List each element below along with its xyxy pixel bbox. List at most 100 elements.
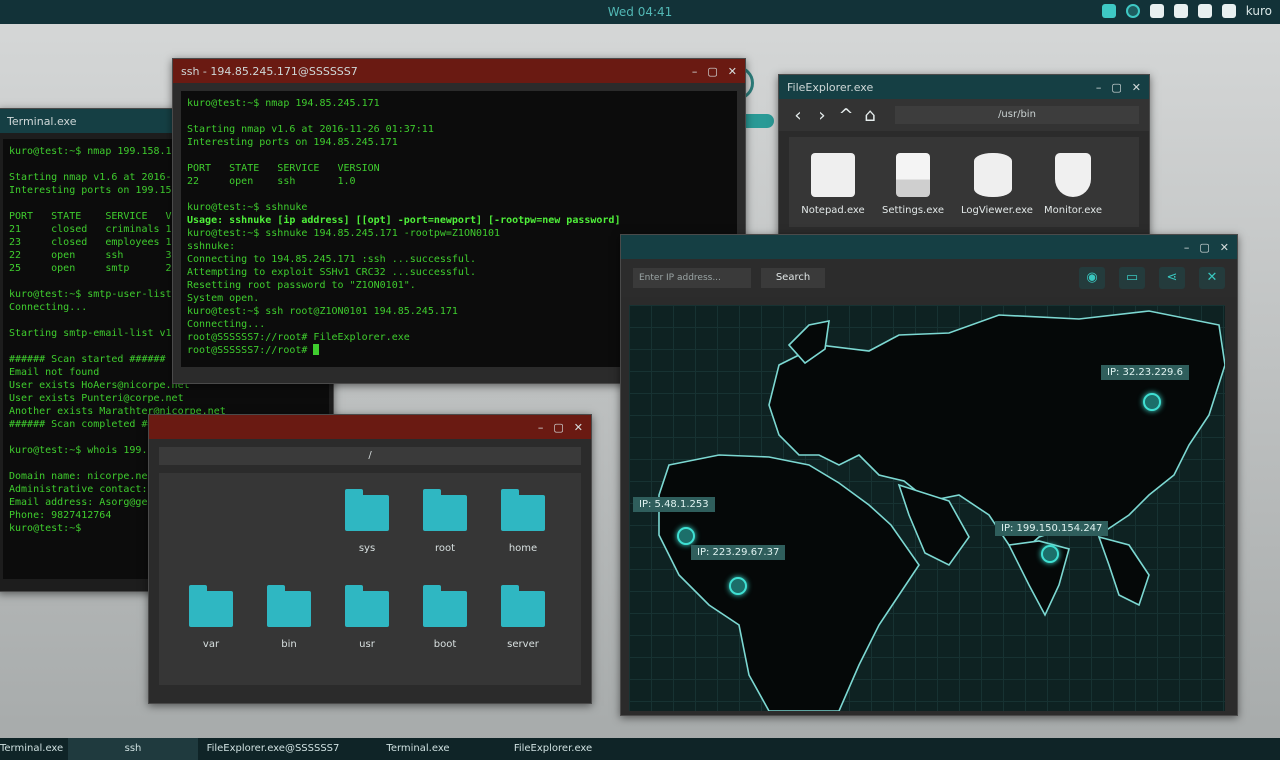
close-icon[interactable]: ✕ xyxy=(1132,81,1141,94)
folder-icon xyxy=(345,585,389,627)
folder-icon xyxy=(423,489,467,531)
navigation-bar: ‹ › ^ ⌂ /usr/bin xyxy=(779,99,1149,131)
folder-label: sys xyxy=(358,543,376,554)
back-icon[interactable]: ‹ xyxy=(789,105,807,126)
folder-item[interactable]: bin xyxy=(259,585,319,650)
folder-item[interactable]: server xyxy=(493,585,553,650)
maximize-icon[interactable]: ▢ xyxy=(553,421,563,434)
lock-icon[interactable] xyxy=(1149,4,1164,18)
close-icon[interactable]: ✕ xyxy=(574,421,583,434)
folder-icon xyxy=(189,585,233,627)
ip-marker-label: IP: 5.48.1.253 xyxy=(633,497,715,512)
location-pin-icon[interactable] xyxy=(1143,393,1161,411)
minimize-icon[interactable]: – xyxy=(538,421,544,434)
app-label: Settings.exe xyxy=(882,205,944,216)
minimize-icon[interactable]: – xyxy=(1096,81,1102,94)
app-label: LogViewer.exe xyxy=(961,205,1033,216)
folder-label: home xyxy=(508,543,538,554)
taskbar-item[interactable]: FileExplorer.exe xyxy=(488,738,618,760)
file-explorer-window[interactable]: FileExplorer.exe – ▢ ✕ ‹ › ^ ⌂ /usr/bin … xyxy=(778,74,1150,240)
path-field[interactable]: /usr/bin xyxy=(895,106,1139,124)
top-bar: Wed 04:41 kuro xyxy=(0,0,1280,24)
titlebar[interactable]: ssh - 194.85.245.171@SSSSSS7 – ▢ ✕ xyxy=(173,59,745,83)
taskbar-item[interactable]: ssh xyxy=(68,738,198,760)
ip-address-input[interactable]: Enter IP address... xyxy=(633,268,751,288)
folder-item[interactable]: var xyxy=(181,585,241,650)
titlebar[interactable]: – ▢ ✕ xyxy=(149,415,591,439)
eye-icon[interactable]: ◉ xyxy=(1079,267,1105,289)
user-icon[interactable] xyxy=(1221,4,1236,18)
folder-icon xyxy=(501,585,545,627)
app-shortcut[interactable]: LogViewer.exe xyxy=(961,153,1033,216)
close-icon[interactable]: ✕ xyxy=(728,65,737,78)
shuffle-icon[interactable]: ✕ xyxy=(1199,267,1225,289)
folder-item[interactable]: boot xyxy=(415,585,475,650)
taskbar-item[interactable]: FileExplorer.exe@SSSSSS7 xyxy=(198,738,348,760)
maximize-icon[interactable]: ▢ xyxy=(1111,81,1121,94)
taskbar-item[interactable]: Terminal.exe xyxy=(348,738,488,760)
minimize-icon[interactable]: – xyxy=(692,65,698,78)
maximize-icon[interactable]: ▢ xyxy=(1199,241,1209,254)
system-tray: kuro xyxy=(1101,4,1272,18)
network-status-icon[interactable] xyxy=(1125,4,1140,18)
cursor xyxy=(313,344,320,355)
location-pin-icon[interactable] xyxy=(677,527,695,545)
terminal-line: 22 open ssh 1.0 xyxy=(187,176,356,187)
home-icon[interactable]: ⌂ xyxy=(861,105,879,126)
folder-browser-window[interactable]: – ▢ ✕ / sys root home var bin usr boot server xyxy=(148,414,592,704)
world-map[interactable]: IP: 32.23.229.6 IP: 5.48.1.253 IP: 223.2… xyxy=(629,305,1225,711)
terminal-line: Starting nmap v1.6 at 2016-11-26 01:37:1… xyxy=(187,124,434,135)
folder-label: server xyxy=(507,639,539,650)
wifi-icon[interactable] xyxy=(1197,4,1212,18)
chat-icon[interactable] xyxy=(1173,4,1188,18)
terminal-line: User exists Punteri@corpe.net xyxy=(9,393,184,404)
taskbar-item[interactable]: Terminal.exe xyxy=(0,738,63,760)
username[interactable]: kuro xyxy=(1246,4,1272,18)
titlebar[interactable]: – ▢ ✕ xyxy=(621,235,1237,259)
folder-item[interactable]: home xyxy=(493,489,553,554)
ip-marker-label: IP: 223.29.67.37 xyxy=(691,545,786,560)
share-icon[interactable]: ⋖ xyxy=(1159,267,1185,289)
search-button[interactable]: Search xyxy=(761,268,825,288)
database-icon xyxy=(974,153,1012,197)
monitor-icon[interactable]: ▭ xyxy=(1119,267,1145,289)
folder-item[interactable]: root xyxy=(415,489,475,554)
path-bar[interactable]: / xyxy=(159,447,581,465)
app-shortcut[interactable]: Settings.exe xyxy=(881,153,945,216)
location-pin-icon[interactable] xyxy=(729,577,747,595)
titlebar[interactable]: FileExplorer.exe – ▢ ✕ xyxy=(779,75,1149,99)
maximize-icon[interactable]: ▢ xyxy=(707,65,717,78)
app-shortcut[interactable]: Notepad.exe xyxy=(801,153,865,216)
battery-icon[interactable] xyxy=(1101,4,1116,18)
folder-label: usr xyxy=(359,639,375,650)
folder-label: boot xyxy=(433,639,457,650)
close-icon[interactable]: ✕ xyxy=(1220,241,1229,254)
folder-label: root xyxy=(434,543,456,554)
app-label: Monitor.exe xyxy=(1043,205,1102,216)
forward-icon[interactable]: › xyxy=(813,105,831,126)
up-icon[interactable]: ^ xyxy=(837,105,855,126)
location-pin-icon[interactable] xyxy=(1041,545,1059,563)
folder-icon xyxy=(345,489,389,531)
folder-item[interactable]: usr xyxy=(337,585,397,650)
folder-item[interactable]: sys xyxy=(337,489,397,554)
ip-marker-label: IP: 32.23.229.6 xyxy=(1101,365,1189,380)
folder-icon xyxy=(267,585,311,627)
app-grid: Notepad.exe Settings.exe LogViewer.exe Moni… xyxy=(789,137,1139,227)
folder-grid: sys root home var bin usr boot server xyxy=(159,473,581,685)
taskbar: Terminal.exe ssh FileExplorer.exe@SSSSSS… xyxy=(0,738,1280,760)
terminal-line: PORT STATE SERVICE VERSION xyxy=(187,163,380,174)
terminal-line: kuro@test:~$ nmap 194.85.245.171 xyxy=(187,98,380,109)
map-toolbar: Enter IP address... Search ◉ ▭ ⋖ ✕ xyxy=(621,259,1237,297)
minimize-icon[interactable]: – xyxy=(1184,241,1190,254)
shield-icon xyxy=(1055,153,1091,197)
document-icon xyxy=(896,153,930,197)
folder-icon xyxy=(501,489,545,531)
terminal-line: Usage: sshnuke [ip address] [[opt] -port… xyxy=(187,215,621,226)
app-shortcut[interactable]: Monitor.exe xyxy=(1041,153,1105,216)
terminal-line: kuro@test:~$ sshnuke xyxy=(187,202,308,213)
ip-map-window[interactable]: – ▢ ✕ Enter IP address... Search ◉ ▭ ⋖ ✕ xyxy=(620,234,1238,716)
